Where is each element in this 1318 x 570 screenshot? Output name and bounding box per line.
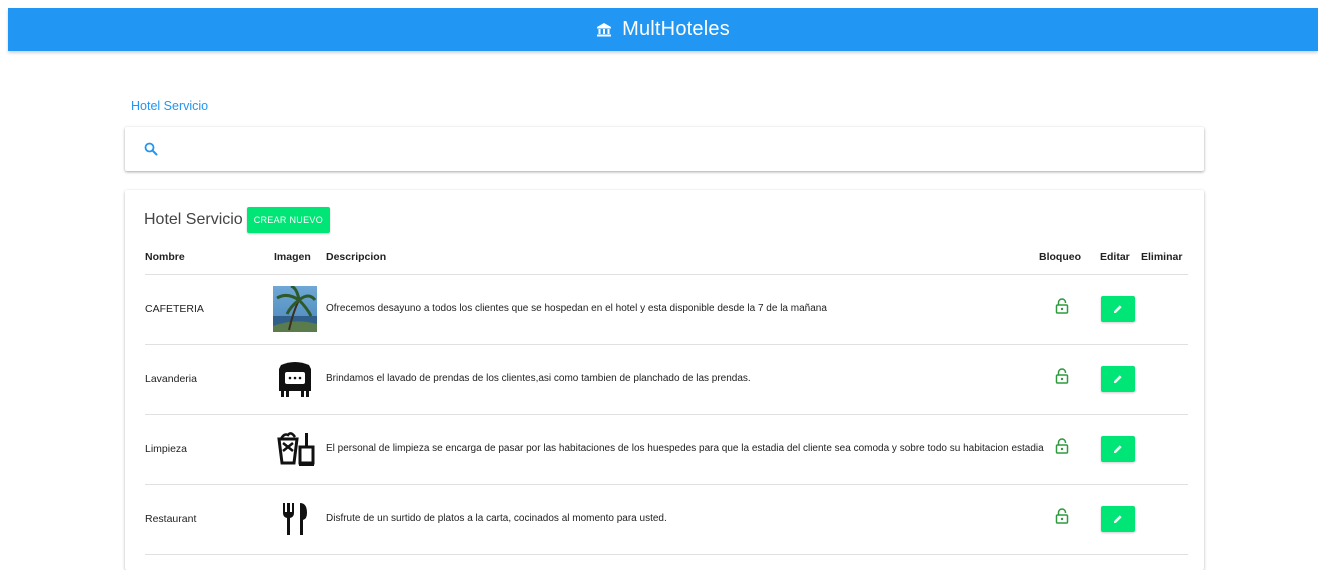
edit-button[interactable] — [1101, 436, 1135, 462]
lock-open-icon[interactable] — [1055, 508, 1069, 524]
create-new-button[interactable]: CREAR NUEVO — [246, 207, 331, 233]
palm-tree-photo-icon — [273, 286, 317, 332]
service-name: CAFETERIA — [145, 303, 204, 315]
search-input[interactable] — [169, 137, 1183, 163]
service-description: Brindamos el lavado de prendas de los cl… — [326, 373, 751, 384]
header-nombre[interactable]: Nombre — [145, 251, 185, 263]
bank-icon — [596, 22, 612, 38]
table-row: Limpieza El personal de limpieza se enca… — [145, 415, 1188, 485]
service-description: Ofrecemos desayuno a todos los clientes … — [326, 303, 827, 314]
lock-open-icon[interactable] — [1055, 368, 1069, 384]
edit-button[interactable] — [1101, 296, 1135, 322]
service-name: Restaurant — [145, 513, 197, 525]
header-eliminar[interactable]: Eliminar — [1141, 251, 1182, 263]
table-row: Lavanderia Brindamos el lavado de prenda… — [145, 345, 1188, 415]
search-card — [125, 127, 1204, 171]
search-icon — [144, 142, 158, 156]
app-title: MultHoteles — [622, 18, 730, 40]
header-descripcion[interactable]: Descripcion — [326, 251, 386, 263]
table-header: Nombre Imagen Descripcion Bloqueo Editar… — [145, 250, 1188, 275]
table-row: Restaurant Disfrute de un surtido de pla… — [145, 485, 1188, 555]
edit-button[interactable] — [1101, 506, 1135, 532]
cleaning-supplies-icon — [273, 426, 317, 472]
service-table-card: Hotel Servicio CREAR NUEVO Nombre Imagen… — [125, 190, 1204, 570]
pencil-icon — [1113, 512, 1123, 527]
card-title: Hotel Servicio — [144, 211, 243, 228]
header-bloqueo[interactable]: Bloqueo — [1039, 251, 1081, 263]
service-description: Disfrute de un surtido de platos a la ca… — [326, 513, 667, 524]
header-editar[interactable]: Editar — [1100, 251, 1130, 263]
service-name: Limpieza — [145, 443, 188, 455]
app-header: MultHoteles — [8, 8, 1318, 51]
service-name: Lavanderia — [145, 373, 197, 385]
washing-machine-icon — [273, 356, 317, 402]
table-row: CAFETERIA Ofrecemos desayuno a todos los… — [145, 275, 1188, 345]
pencil-icon — [1113, 302, 1123, 317]
service-description: El personal de limpieza se encarga de pa… — [326, 443, 1044, 454]
card-header: Hotel Servicio CREAR NUEVO — [144, 207, 331, 233]
edit-button[interactable] — [1101, 366, 1135, 392]
pencil-icon — [1113, 442, 1123, 457]
brand[interactable]: MultHoteles — [596, 18, 730, 41]
breadcrumb[interactable]: Hotel Servicio — [131, 99, 208, 113]
pencil-icon — [1113, 372, 1123, 387]
lock-open-icon[interactable] — [1055, 298, 1069, 314]
header-imagen[interactable]: Imagen — [274, 251, 311, 263]
fork-knife-icon — [273, 496, 317, 542]
lock-open-icon[interactable] — [1055, 438, 1069, 454]
